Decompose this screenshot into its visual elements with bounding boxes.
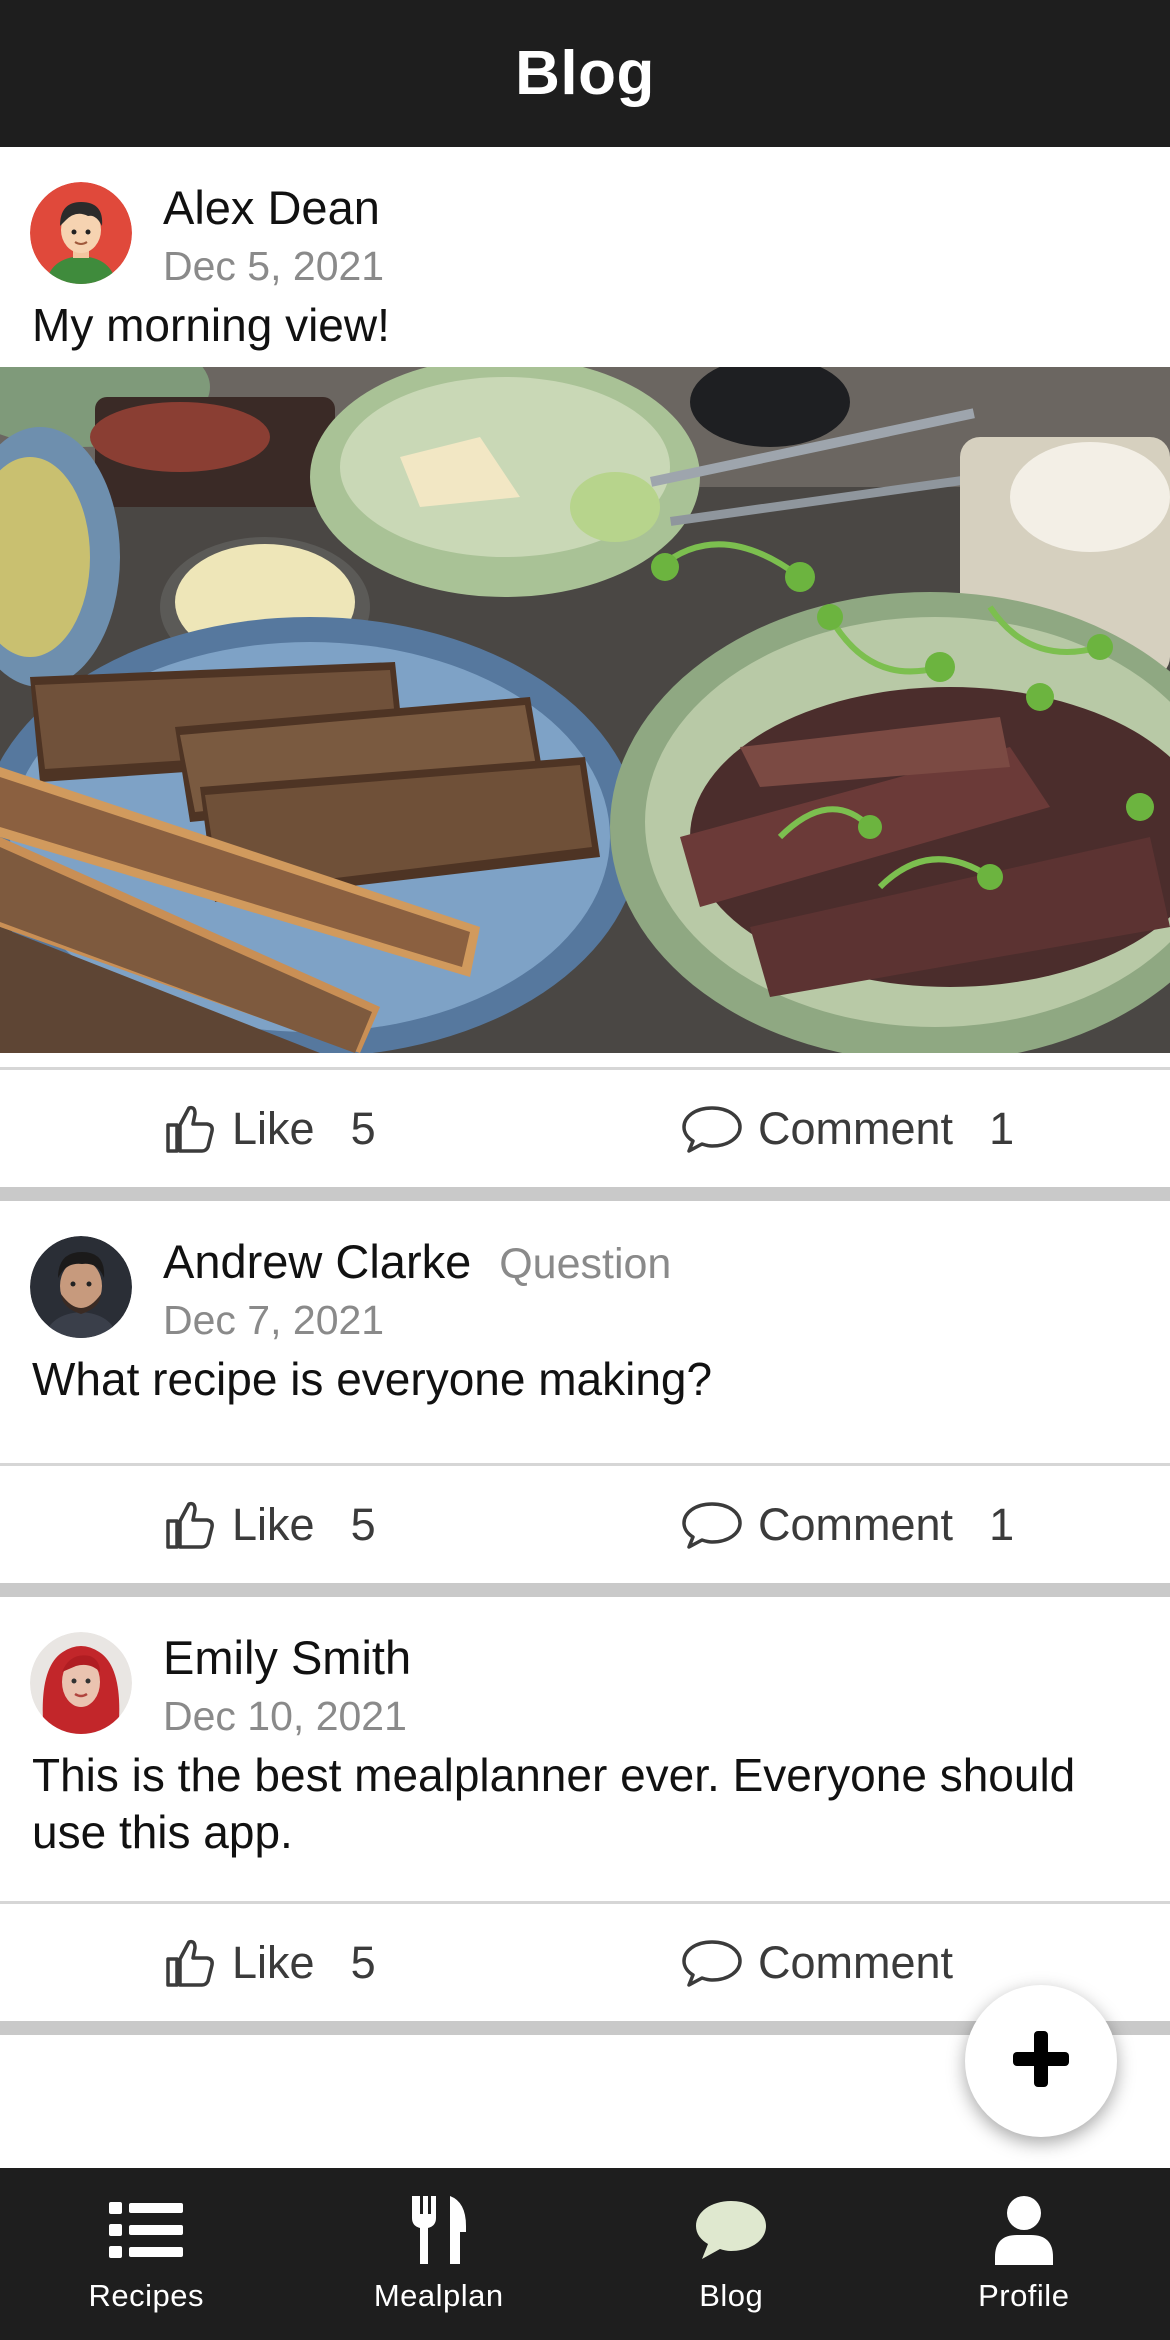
tab-recipes[interactable]: Recipes	[0, 2168, 293, 2340]
tab-label: Blog	[699, 2278, 764, 2313]
add-post-button[interactable]	[965, 1985, 1117, 2137]
comment-label: Comment	[758, 1498, 954, 1550]
like-button[interactable]: Like 5	[162, 1904, 376, 2021]
like-count: 5	[350, 1936, 376, 1988]
bottom-tab-bar: Recipes Mealplan Blog Profile	[0, 2168, 1170, 2340]
list-icon	[109, 2190, 184, 2270]
post-header: Andrew Clarke Question Dec 7, 2021	[0, 1201, 1170, 1351]
post-author[interactable]: Alex Dean	[163, 180, 380, 235]
post-header: Alex Dean Dec 5, 2021	[0, 147, 1170, 297]
like-count: 5	[350, 1102, 376, 1154]
tab-mealplan[interactable]: Mealplan	[293, 2168, 586, 2340]
comment-button[interactable]: Comment 1	[680, 1466, 1014, 1583]
blog-post: Andrew Clarke Question Dec 7, 2021 What r…	[0, 1201, 1170, 1583]
comment-count: 1	[989, 1102, 1015, 1154]
page-title: Blog	[515, 39, 655, 108]
tab-label: Profile	[978, 2278, 1070, 2313]
fork-knife-icon	[410, 2190, 468, 2270]
chat-bubble-outline-icon	[680, 1499, 744, 1551]
thumbs-up-icon	[162, 1101, 218, 1157]
post-author[interactable]: Andrew Clarke Question	[163, 1234, 671, 1289]
avatar[interactable]	[30, 182, 132, 284]
post-actions: Like 5 Comment 1	[0, 1067, 1170, 1187]
post-separator	[0, 1187, 1170, 1201]
blog-post: Alex Dean Dec 5, 2021 My morning view! L…	[0, 147, 1170, 1187]
post-text: My morning view!	[32, 299, 390, 351]
post-text: What recipe is everyone making?	[32, 1353, 713, 1405]
avatar[interactable]	[30, 1236, 132, 1338]
comment-button[interactable]: Comment	[680, 1904, 989, 2021]
post-date: Dec 5, 2021	[163, 243, 385, 289]
like-count: 5	[350, 1498, 376, 1550]
like-button[interactable]: Like 5	[162, 1466, 376, 1583]
avatar[interactable]	[30, 1632, 132, 1734]
plus-icon	[1011, 2029, 1071, 2094]
comment-count: 1	[989, 1498, 1015, 1550]
post-photo[interactable]	[0, 367, 1170, 1053]
like-label: Like	[232, 1936, 315, 1988]
person-icon	[993, 2190, 1055, 2270]
post-date: Dec 10, 2021	[163, 1693, 407, 1739]
thumbs-up-icon	[162, 1935, 218, 1991]
like-button[interactable]: Like 5	[162, 1070, 376, 1187]
author-name: Alex Dean	[163, 181, 380, 234]
thumbs-up-icon	[162, 1497, 218, 1553]
chat-bubble-icon	[694, 2190, 768, 2270]
post-text: This is the best mealplanner ever. Every…	[32, 1749, 1076, 1858]
chat-bubble-outline-icon	[680, 1937, 744, 1989]
blog-post: Emily Smith Dec 10, 2021 This is the bes…	[0, 1597, 1170, 2021]
post-separator	[0, 1583, 1170, 1597]
comment-label: Comment	[758, 1936, 954, 1988]
blog-feed[interactable]: Alex Dean Dec 5, 2021 My morning view! L…	[0, 147, 1170, 2035]
author-name: Emily Smith	[163, 1631, 412, 1684]
comment-label: Comment	[758, 1102, 954, 1154]
post-header: Emily Smith Dec 10, 2021	[0, 1597, 1170, 1747]
tab-blog[interactable]: Blog	[585, 2168, 878, 2340]
chat-bubble-outline-icon	[680, 1103, 744, 1155]
tab-profile[interactable]: Profile	[878, 2168, 1170, 2340]
post-date: Dec 7, 2021	[163, 1297, 385, 1343]
like-label: Like	[232, 1102, 315, 1154]
comment-button[interactable]: Comment 1	[680, 1070, 1014, 1187]
author-name: Andrew Clarke	[163, 1235, 472, 1288]
post-actions: Like 5 Comment 1	[0, 1463, 1170, 1583]
post-author[interactable]: Emily Smith	[163, 1630, 411, 1685]
post-tag: Question	[499, 1240, 672, 1288]
tab-label: Mealplan	[373, 2278, 504, 2313]
like-label: Like	[232, 1498, 315, 1550]
tab-label: Recipes	[88, 2278, 204, 2313]
app-header: Blog	[0, 0, 1170, 147]
